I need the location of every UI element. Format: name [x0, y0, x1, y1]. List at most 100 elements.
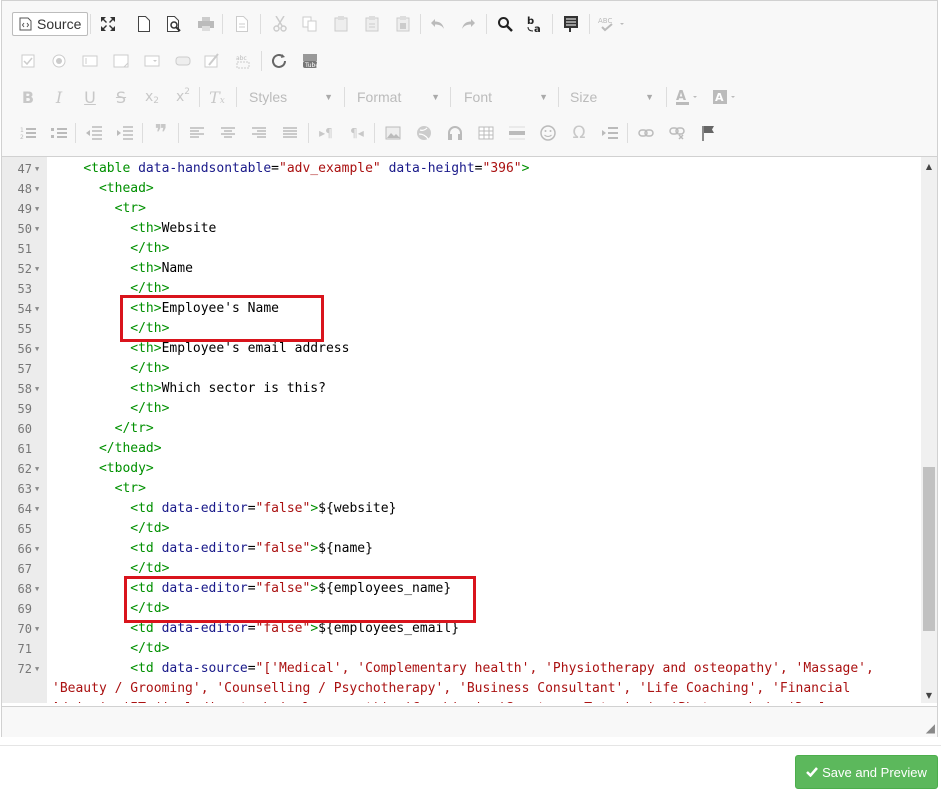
- outdent-icon[interactable]: [82, 120, 106, 146]
- hidden-field-form-icon[interactable]: abc: [231, 48, 255, 74]
- code-line[interactable]: 'Beauty / Grooming', 'Counselling / Psyc…: [2, 679, 921, 699]
- spellcheck-icon[interactable]: ABC: [597, 11, 627, 37]
- code-line[interactable]: 48 ▼ <thead>: [2, 179, 921, 199]
- special-char-icon[interactable]: Ω: [567, 120, 591, 146]
- cut-icon[interactable]: [268, 11, 292, 37]
- code-line[interactable]: 56 ▼ <th>Employee's email address: [2, 339, 921, 359]
- code-line[interactable]: 72 ▼ <td data-source="['Medical', 'Comple…: [2, 659, 921, 679]
- underline-icon[interactable]: U: [78, 84, 102, 110]
- fold-toggle-icon[interactable]: ▼: [35, 459, 39, 479]
- numbered-list-icon[interactable]: 12: [16, 120, 40, 146]
- fold-toggle-icon[interactable]: ▼: [35, 219, 39, 239]
- fold-toggle-icon[interactable]: ▼: [35, 199, 39, 219]
- fold-toggle-icon[interactable]: ▼: [35, 159, 39, 179]
- image-icon[interactable]: [381, 120, 405, 146]
- smiley-icon[interactable]: [536, 120, 560, 146]
- textarea-form-icon[interactable]: [109, 48, 133, 74]
- align-center-icon[interactable]: [216, 120, 240, 146]
- fold-toggle-icon[interactable]: ▼: [35, 179, 39, 199]
- link-icon[interactable]: [634, 120, 658, 146]
- table-icon[interactable]: [474, 120, 498, 146]
- paste-text-icon[interactable]: [360, 11, 384, 37]
- align-right-icon[interactable]: [247, 120, 271, 146]
- fold-toggle-icon[interactable]: ▼: [35, 619, 39, 639]
- code-line[interactable]: 66 ▼ <td data-editor="false">${name}: [2, 539, 921, 559]
- code-line[interactable]: 63 ▼ <tr>: [2, 479, 921, 499]
- source-code-area[interactable]: 47 ▼ <table data-handsontable="adv_exampl…: [2, 157, 921, 703]
- code-line[interactable]: 58 ▼ <th>Which sector is this?: [2, 379, 921, 399]
- fold-toggle-icon[interactable]: ▼: [35, 259, 39, 279]
- font-combo[interactable]: Font ▼: [458, 85, 554, 109]
- justify-icon[interactable]: [278, 120, 302, 146]
- templates-icon[interactable]: [230, 11, 254, 37]
- code-line[interactable]: 59 </th>: [2, 399, 921, 419]
- new-page-icon[interactable]: [132, 11, 156, 37]
- code-line[interactable]: 51 </th>: [2, 239, 921, 259]
- fold-toggle-icon[interactable]: ▼: [35, 379, 39, 399]
- find-icon[interactable]: [493, 11, 517, 37]
- copy-icon[interactable]: [297, 11, 321, 37]
- select-form-icon[interactable]: [140, 48, 164, 74]
- text-direction-ltr-icon[interactable]: ▸¶: [314, 120, 338, 146]
- fold-toggle-icon[interactable]: ▼: [35, 499, 39, 519]
- code-line[interactable]: 57 </th>: [2, 359, 921, 379]
- fold-toggle-icon[interactable]: ▼: [35, 299, 39, 319]
- select-all-icon[interactable]: [559, 11, 583, 37]
- blockquote-icon[interactable]: ❞: [149, 120, 173, 146]
- source-button[interactable]: Source: [12, 12, 89, 36]
- code-line[interactable]: 60 </tr>: [2, 419, 921, 439]
- format-combo[interactable]: Format ▼: [351, 85, 446, 109]
- scroll-up-arrow-icon[interactable]: ▲: [921, 159, 937, 173]
- fold-toggle-icon[interactable]: ▼: [35, 539, 39, 559]
- italic-icon[interactable]: I: [47, 84, 71, 110]
- print-icon[interactable]: [194, 11, 218, 37]
- fold-toggle-icon[interactable]: ▼: [35, 579, 39, 599]
- anchor-flag-icon[interactable]: [696, 120, 720, 146]
- undo-icon[interactable]: [426, 11, 450, 37]
- fold-toggle-icon[interactable]: ▼: [35, 479, 39, 499]
- code-line[interactable]: 62 ▼ <tbody>: [2, 459, 921, 479]
- maximize-icon[interactable]: [96, 11, 120, 37]
- youtube-icon[interactable]: Tube: [298, 48, 322, 74]
- save-and-preview-button[interactable]: Save and Preview: [795, 755, 938, 789]
- code-line[interactable]: 52 ▼ <th>Name: [2, 259, 921, 279]
- code-line[interactable]: Advice', 'IT (including technical suppor…: [2, 699, 921, 703]
- code-line[interactable]: 71 </td>: [2, 639, 921, 659]
- resize-handle-icon[interactable]: ◢: [926, 721, 935, 735]
- size-combo[interactable]: Size ▼: [564, 85, 660, 109]
- fold-toggle-icon[interactable]: ▼: [35, 339, 39, 359]
- checkbox-form-icon[interactable]: [16, 48, 40, 74]
- radio-form-icon[interactable]: [47, 48, 71, 74]
- code-line[interactable]: 50 ▼ <th>Website: [2, 219, 921, 239]
- image-button-form-icon[interactable]: [200, 48, 224, 74]
- styles-combo[interactable]: Styles ▼: [243, 85, 339, 109]
- flash-icon[interactable]: [412, 120, 436, 146]
- indent-icon[interactable]: [113, 120, 137, 146]
- scrollbar-thumb[interactable]: [923, 467, 935, 631]
- superscript-icon[interactable]: x2: [171, 84, 195, 110]
- button-form-icon[interactable]: [171, 48, 195, 74]
- refresh-icon[interactable]: [267, 48, 291, 74]
- bulleted-list-icon[interactable]: [47, 120, 71, 146]
- text-direction-rtl-icon[interactable]: ¶◂: [345, 120, 369, 146]
- code-line[interactable]: 61 </thead>: [2, 439, 921, 459]
- code-line[interactable]: 64 ▼ <td data-editor="false">${website}: [2, 499, 921, 519]
- audio-icon[interactable]: [443, 120, 467, 146]
- redo-icon[interactable]: [456, 11, 480, 37]
- paste-icon[interactable]: [329, 11, 353, 37]
- preview-icon[interactable]: [162, 11, 186, 37]
- fold-toggle-icon[interactable]: ▼: [35, 659, 39, 679]
- remove-format-icon[interactable]: Tx: [205, 84, 229, 110]
- strikethrough-icon[interactable]: S: [109, 84, 133, 110]
- paste-word-icon[interactable]: [391, 11, 415, 37]
- page-break-icon[interactable]: [598, 120, 622, 146]
- horizontal-rule-icon[interactable]: [505, 120, 529, 146]
- text-color-icon[interactable]: A: [673, 84, 703, 110]
- scroll-down-arrow-icon[interactable]: ▼: [921, 688, 937, 702]
- unlink-icon[interactable]: [665, 120, 689, 146]
- textfield-form-icon[interactable]: [78, 48, 102, 74]
- vertical-scrollbar[interactable]: ▲ ▼: [921, 157, 937, 703]
- code-line[interactable]: 65 </td>: [2, 519, 921, 539]
- code-line[interactable]: 47 ▼ <table data-handsontable="adv_exampl…: [2, 159, 921, 179]
- align-left-icon[interactable]: [185, 120, 209, 146]
